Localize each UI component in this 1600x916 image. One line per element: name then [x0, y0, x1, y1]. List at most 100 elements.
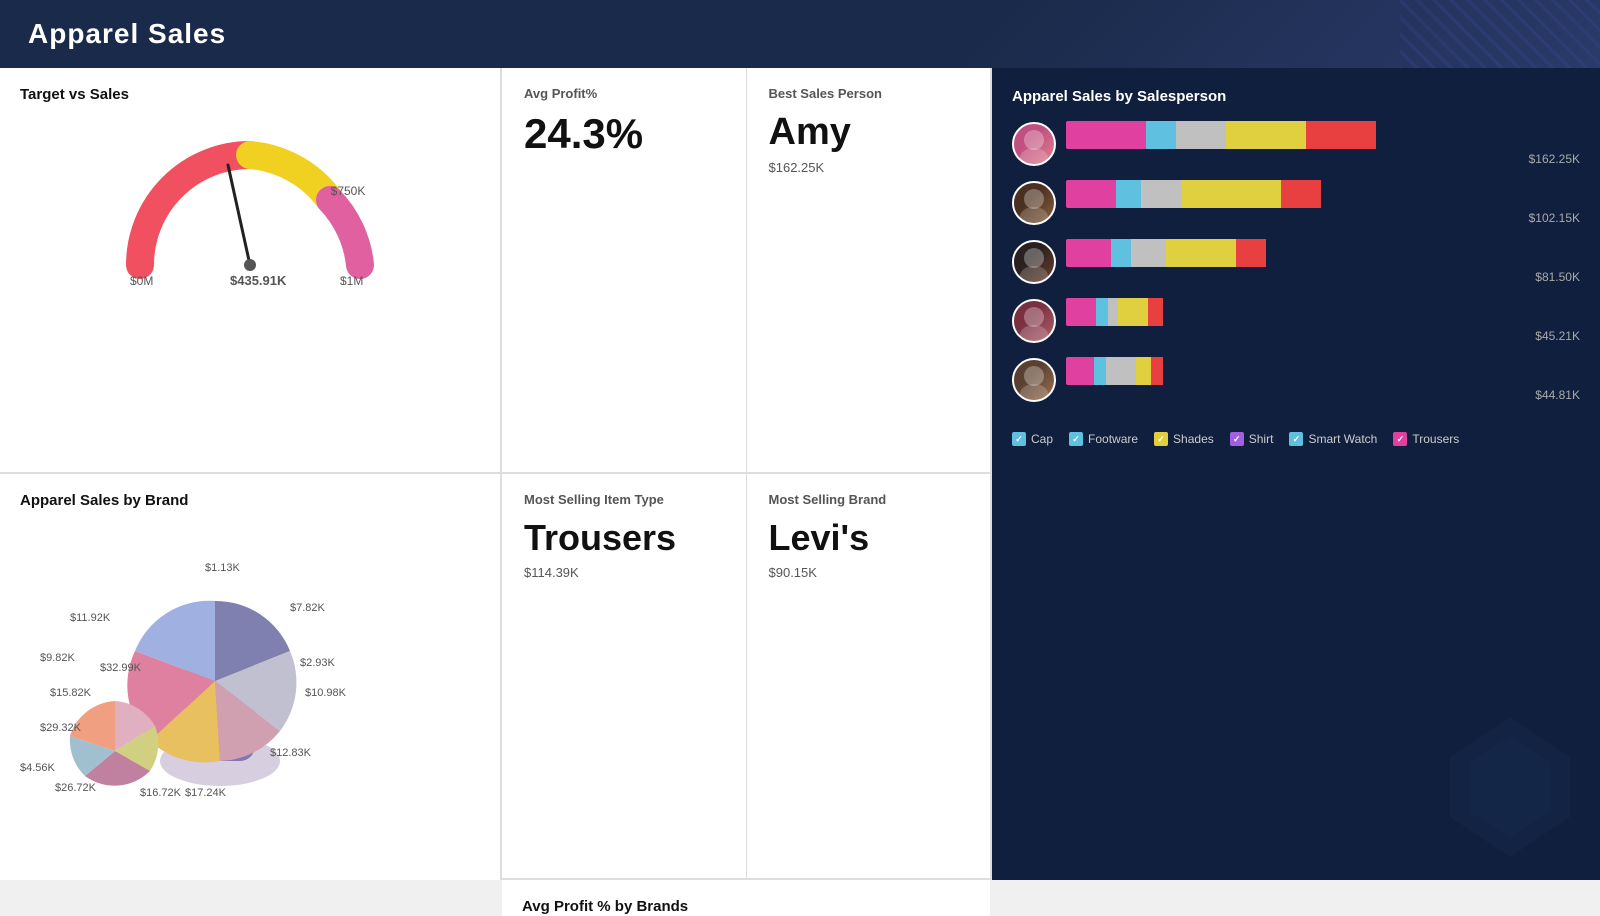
legend-item: ✓Shirt — [1230, 432, 1274, 446]
legend-check: ✓ — [1154, 432, 1168, 446]
svg-text:$17.24K: $17.24K — [185, 787, 227, 799]
svg-text:$1.13K: $1.13K — [205, 562, 241, 574]
legend-label: Smart Watch — [1308, 432, 1377, 446]
svg-text:$9.82K: $9.82K — [40, 652, 76, 664]
bar-segment — [1066, 239, 1111, 267]
legend-label: Footware — [1088, 432, 1138, 446]
svg-text:$16.72K: $16.72K — [140, 787, 182, 799]
legend-check: ✓ — [1012, 432, 1026, 446]
legend-check: ✓ — [1289, 432, 1303, 446]
main-content: Target vs Sales $750K $0M — [0, 68, 1600, 880]
legend-label: Trousers — [1412, 432, 1459, 446]
svg-text:$11.92K: $11.92K — [70, 612, 111, 624]
bar-segment — [1226, 121, 1306, 149]
best-salesperson-name: Amy — [769, 111, 969, 154]
bar-segment — [1131, 239, 1166, 267]
bar-container: $44.81K — [1066, 357, 1580, 402]
salesperson-row: $45.21K — [1012, 298, 1580, 343]
svg-text:$4.56K: $4.56K — [20, 762, 56, 774]
bar-segment — [1236, 239, 1266, 267]
app-header: Apparel Sales — [0, 0, 1600, 68]
bar-segment — [1141, 180, 1181, 208]
legend-item: ✓ Cap — [1012, 432, 1053, 446]
bar-segment — [1136, 357, 1151, 385]
pie-svg: $1.13K $7.82K $10.98K $12.83K $2.93K $11… — [20, 521, 480, 801]
bar-segment — [1096, 298, 1108, 326]
bar-segment — [1166, 239, 1236, 267]
svg-text:$7.82K: $7.82K — [290, 602, 326, 614]
most-selling-item-sub: $114.39K — [524, 565, 724, 580]
kpi-top-row: Avg Profit% 24.3% Best Sales Person Amy … — [502, 68, 990, 474]
svg-text:$15.82K: $15.82K — [50, 687, 92, 699]
stacked-bar — [1066, 239, 1580, 267]
bar-segment — [1281, 180, 1321, 208]
legend-label: Shirt — [1249, 432, 1274, 446]
salesperson-value: $44.81K — [1066, 388, 1580, 402]
bar-segment — [1106, 357, 1136, 385]
bar-segment — [1066, 298, 1096, 326]
svg-text:$12.83K: $12.83K — [270, 747, 312, 759]
gauge-svg: $750K $0M $1M $435.91K — [110, 115, 390, 285]
most-selling-brand-label: Most Selling Brand — [769, 492, 969, 507]
avatar — [1012, 240, 1056, 284]
bar-container: $102.15K — [1066, 180, 1580, 225]
salesperson-value: $102.15K — [1066, 211, 1580, 225]
legend-check: ✓ — [1069, 432, 1083, 446]
svg-text:$10.98K: $10.98K — [305, 687, 347, 699]
bar-segment — [1111, 239, 1131, 267]
svg-text:$0M: $0M — [130, 274, 153, 285]
target-vs-sales-title: Target vs Sales — [20, 86, 480, 103]
svg-text:$32.99K: $32.99K — [100, 662, 142, 674]
bar-segment — [1066, 180, 1116, 208]
most-selling-brand-card: Most Selling Brand Levi's $90.15K — [747, 474, 991, 878]
svg-text:$1M: $1M — [340, 274, 363, 285]
legend-label: Cap — [1031, 432, 1053, 446]
bar-segment — [1181, 180, 1281, 208]
bar-segment — [1306, 121, 1376, 149]
avg-profit-label: Avg Profit% — [524, 86, 724, 101]
gauge-container: $750K $0M $1M $435.91K — [20, 115, 480, 285]
avatar — [1012, 122, 1056, 166]
most-selling-brand-sub: $90.15K — [769, 565, 969, 580]
left-panels: Target vs Sales $750K $0M — [0, 68, 502, 880]
bar-segment — [1066, 357, 1094, 385]
avatar — [1012, 181, 1056, 225]
stacked-bar — [1066, 298, 1580, 326]
bar-segment — [1118, 298, 1148, 326]
bar-segment — [1148, 298, 1163, 326]
target-vs-sales-panel: Target vs Sales $750K $0M — [0, 68, 500, 474]
svg-text:$435.91K: $435.91K — [230, 273, 287, 285]
salesperson-title: Apparel Sales by Salesperson — [1012, 88, 1580, 105]
legend-check: ✓ — [1393, 432, 1407, 446]
legend-item: ✓ Footware — [1069, 432, 1138, 446]
bar-segment — [1176, 121, 1226, 149]
most-selling-brand-name: Levi's — [769, 517, 969, 559]
app-title: Apparel Sales — [28, 18, 226, 50]
most-selling-item-card: Most Selling Item Type Trousers $114.39K — [502, 474, 747, 878]
salesperson-value: $45.21K — [1066, 329, 1580, 343]
legend: ✓Cap✓Footware✓Shades✓Shirt✓Smart Watch✓T… — [1012, 432, 1580, 446]
legend-item: ✓Shades — [1154, 432, 1214, 446]
most-selling-item-label: Most Selling Item Type — [524, 492, 724, 507]
svg-text:$26.72K: $26.72K — [55, 782, 97, 794]
best-salesperson-sub: $162.25K — [769, 160, 969, 175]
bar-segment — [1066, 121, 1146, 149]
deco-figure — [1430, 707, 1590, 872]
bar-segment — [1151, 357, 1163, 385]
svg-text:$2.93K: $2.93K — [300, 657, 336, 669]
right-panel: Apparel Sales by Salesperson $162.25K $10… — [992, 68, 1600, 880]
best-salesperson-label: Best Sales Person — [769, 86, 969, 101]
most-selling-item-name: Trousers — [524, 517, 724, 559]
stacked-bar — [1066, 121, 1580, 149]
salesperson-row: $44.81K — [1012, 357, 1580, 402]
avatar — [1012, 358, 1056, 402]
legend-item: ✓ Trousers — [1393, 432, 1459, 446]
salesperson-row: $102.15K — [1012, 180, 1580, 225]
bar-container: $45.21K — [1066, 298, 1580, 343]
svg-text:$29.32K: $29.32K — [40, 722, 82, 734]
bar-container: $162.25K — [1066, 121, 1580, 166]
middle-panels: Avg Profit% 24.3% Best Sales Person Amy … — [502, 68, 992, 880]
avg-profit-value: 24.3% — [524, 111, 724, 157]
brand-sales-panel: Apparel Sales by Brand — [0, 474, 500, 880]
legend-item: ✓ Smart Watch — [1289, 432, 1377, 446]
